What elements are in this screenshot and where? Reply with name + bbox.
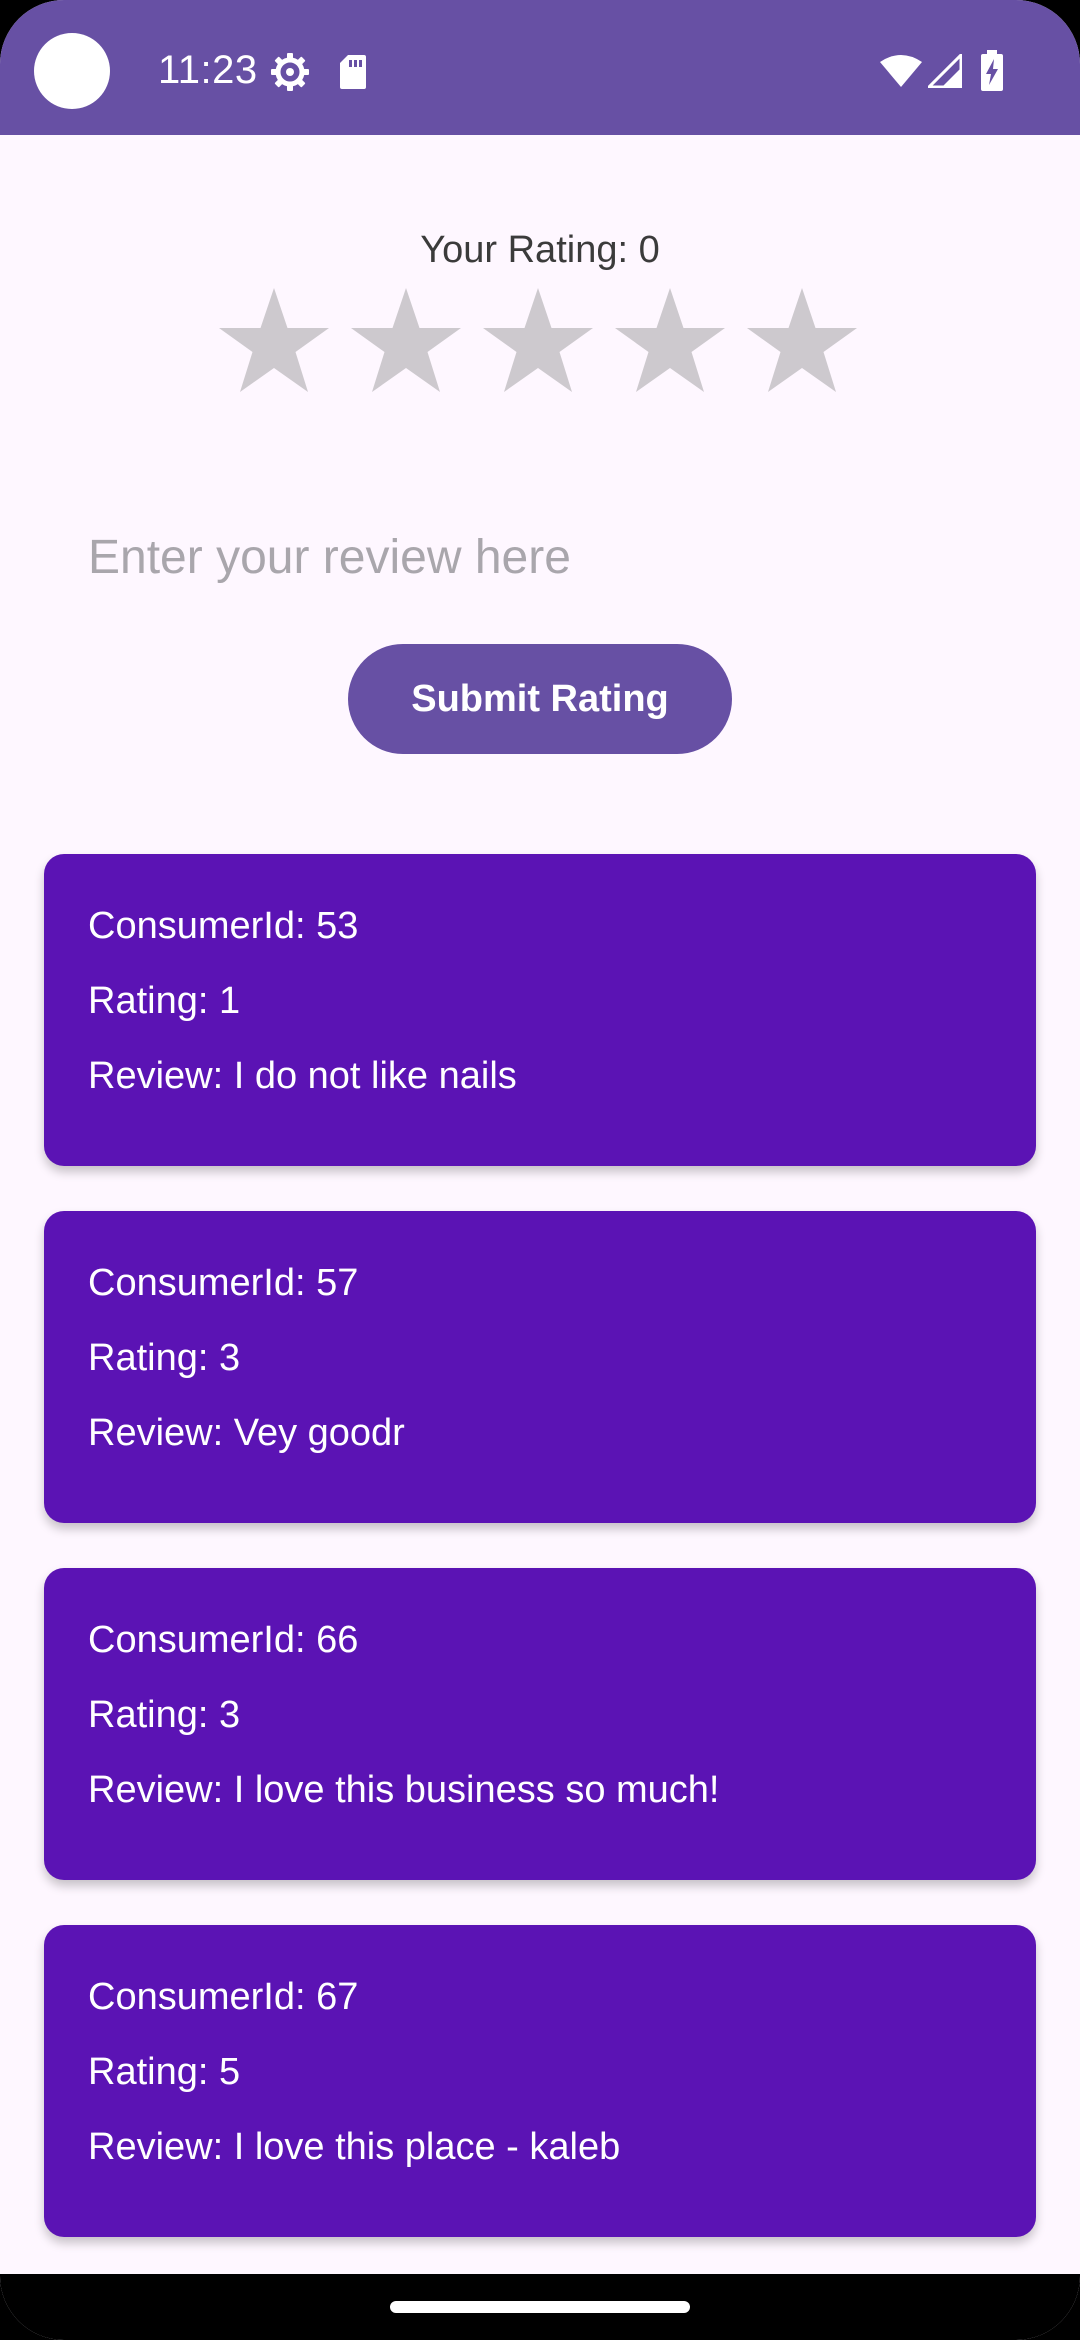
gear-icon [271, 53, 309, 91]
review-rating: Rating: 3 [88, 1694, 241, 1736]
review-text: Review: I do not like nails [88, 1055, 517, 1097]
review-text: Review: Vey goodr [88, 1412, 405, 1454]
review-consumer-id: ConsumerId: 66 [88, 1619, 359, 1661]
cell-signal-icon [928, 54, 962, 88]
review-card: ConsumerId: 57 Rating: 3 Review: Vey goo… [44, 1211, 1036, 1523]
review-rating: Rating: 1 [88, 980, 241, 1022]
star-4-shape [615, 288, 725, 392]
star-5-shape [747, 288, 857, 392]
review-input[interactable] [88, 522, 992, 592]
review-rating: Rating: 5 [88, 2051, 241, 2093]
star-3-icon[interactable] [478, 284, 598, 400]
review-consumer-id: ConsumerId: 57 [88, 1262, 359, 1304]
review-card: ConsumerId: 53 Rating: 1 Review: I do no… [44, 854, 1036, 1166]
star-2-shape [351, 288, 461, 392]
review-card: ConsumerId: 67 Rating: 5 Review: I love … [44, 1925, 1036, 2237]
wifi-icon [880, 55, 922, 87]
star-1-shape [219, 288, 329, 392]
sd-card-icon [340, 55, 366, 89]
review-rating: Rating: 3 [88, 1337, 241, 1379]
review-consumer-id: ConsumerId: 67 [88, 1976, 359, 2018]
battery-charging-icon [981, 50, 1003, 91]
star-4-icon[interactable] [610, 284, 730, 400]
status-bar: 11:23 [0, 0, 1080, 135]
home-indicator[interactable] [390, 2301, 690, 2313]
star-rating [214, 284, 868, 400]
review-text: Review: I love this place - kaleb [88, 2126, 621, 2168]
camera-cutout [34, 33, 110, 109]
review-card: ConsumerId: 66 Rating: 3 Review: I love … [44, 1568, 1036, 1880]
star-3-shape [483, 288, 593, 392]
app-screen: 11:23 Your Rating: 0 Enter your review h… [0, 0, 1080, 2340]
review-text: Review: I love this business so much! [88, 1769, 720, 1811]
star-2-icon[interactable] [346, 284, 466, 400]
review-consumer-id: ConsumerId: 53 [88, 905, 359, 947]
status-time: 11:23 [158, 48, 258, 92]
submit-rating-button[interactable]: Submit Rating [348, 644, 732, 754]
star-5-icon[interactable] [742, 284, 862, 400]
star-1-icon[interactable] [214, 284, 334, 400]
rating-label: Your Rating: 0 [420, 229, 660, 271]
